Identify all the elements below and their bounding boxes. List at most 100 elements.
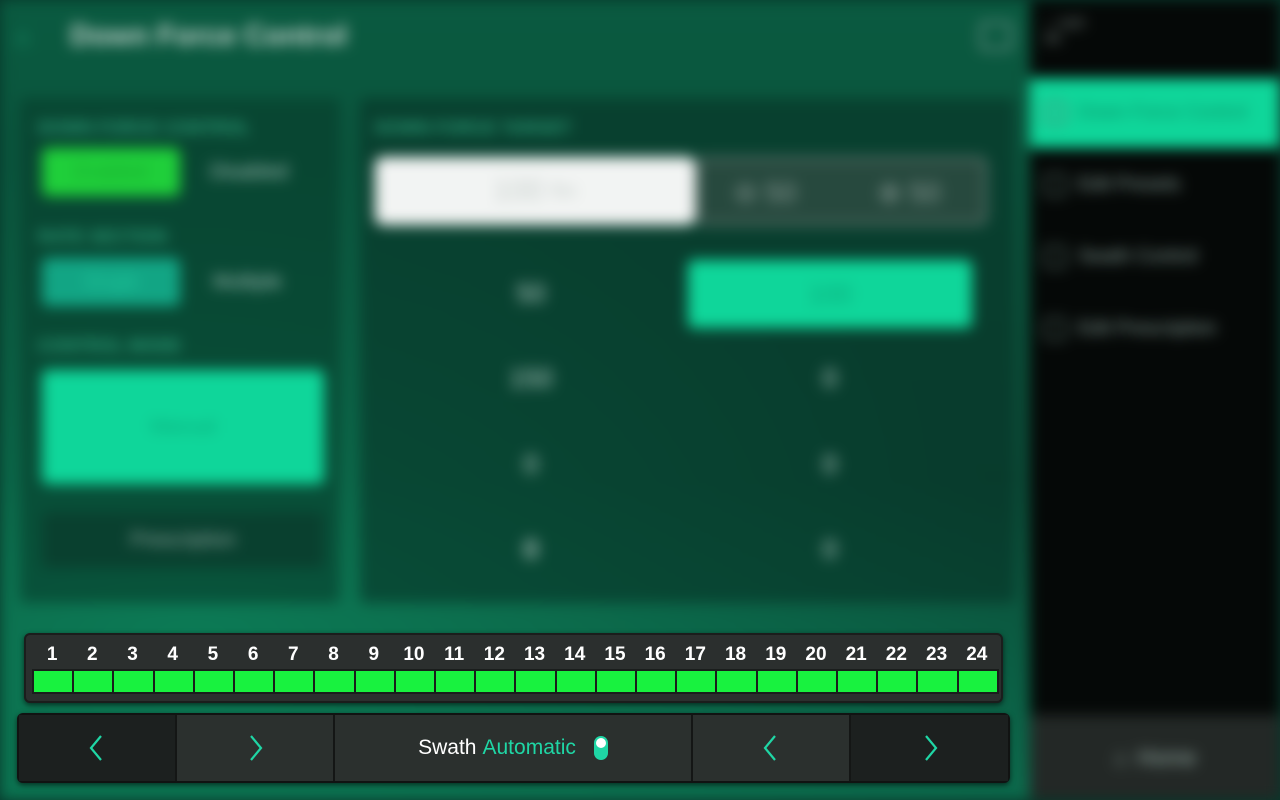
increment-button[interactable]: ⊕ 50 [878, 176, 940, 209]
section-number: 21 [845, 644, 867, 665]
section-indicator[interactable] [755, 669, 798, 694]
preset-right-3[interactable]: 0 [823, 449, 837, 480]
down-force-control-label: DOWN FORCE CONTROL [38, 118, 251, 137]
section-indicator[interactable] [393, 669, 437, 694]
scroll-left-button[interactable] [693, 715, 851, 781]
target-unit: lbs [551, 179, 577, 202]
section-indicator[interactable] [72, 669, 115, 694]
section-number: 5 [207, 644, 219, 665]
next-page-button[interactable] [177, 715, 335, 781]
enabled-button[interactable]: Enabled [42, 148, 180, 196]
sidebar-item-edit-presets[interactable]: Edit Presets [1030, 150, 1280, 220]
section-indicator[interactable] [152, 669, 195, 694]
section-indicator[interactable] [956, 669, 999, 694]
target-label: DOWN FORCE TARGET [375, 118, 572, 137]
sidebar-item-swath-control[interactable]: Swath Control [1030, 222, 1280, 292]
section-indicator[interactable] [474, 669, 517, 694]
sidebar-item-label: Swath Control [1078, 246, 1198, 267]
section-indicator[interactable] [32, 669, 75, 694]
section-indicator[interactable] [795, 669, 839, 694]
section-indicator[interactable] [594, 669, 638, 694]
section-indicator[interactable] [313, 669, 356, 694]
section-number: 4 [167, 644, 178, 665]
section-number-row: 1 2 3 4 5 6 7 8 9 10 11 12 13 14 15 16 17 18 19 20 21 22 23 24 [32, 644, 997, 666]
panel-toggle-icon[interactable] [980, 22, 1012, 50]
presets-icon [1044, 174, 1066, 196]
section-indicator[interactable] [675, 669, 718, 694]
preset-left-2[interactable]: 150 [509, 363, 552, 394]
scroll-right-button[interactable] [851, 715, 1008, 781]
sidebar-home-button[interactable]: ⌂ Home [1030, 715, 1280, 800]
prescription-button[interactable]: Prescription [42, 512, 324, 568]
decrement-button[interactable]: ⊖ 50 [734, 176, 796, 209]
preset-left-1[interactable]: 50 [517, 278, 546, 309]
chevron-left-icon [89, 735, 102, 761]
section-number: 7 [288, 644, 299, 665]
section-number: 19 [765, 644, 787, 665]
sidebar-item-label: Edit Presets [1078, 174, 1181, 195]
section-number: 2 [87, 644, 98, 665]
disabled-button[interactable]: Disabled [210, 161, 288, 184]
section-indicator[interactable] [514, 669, 557, 694]
section-indicator[interactable] [233, 669, 276, 694]
single-button[interactable]: Single [42, 258, 180, 306]
chevron-right-icon [250, 735, 263, 761]
section-indicator[interactable] [273, 669, 316, 694]
section-number: 9 [368, 644, 380, 665]
preset-right-4[interactable]: 0 [823, 534, 837, 565]
sidebar-item-down-force-control[interactable]: Down Force Control [1030, 78, 1280, 148]
section-number: 23 [926, 644, 948, 665]
preset-left-4[interactable]: 0 [524, 534, 538, 565]
section-number: 14 [564, 644, 586, 665]
section-number: 11 [444, 644, 465, 665]
preset-right-1[interactable]: 100 [688, 260, 972, 328]
sidebar-item-edit-prescription[interactable]: Edit Prescription [1030, 294, 1280, 364]
multiple-button[interactable]: Multiple [213, 271, 282, 294]
section-number: 20 [805, 644, 827, 665]
section-number: 10 [403, 644, 425, 665]
section-indicator[interactable] [192, 669, 236, 694]
prev-page-button[interactable] [19, 715, 177, 781]
section-indicator-row [32, 669, 999, 694]
section-indicator[interactable] [434, 669, 477, 694]
preset-left-3[interactable]: 0 [524, 449, 538, 480]
status-bar: -- mph lllll [1045, 14, 1085, 46]
section-indicator[interactable] [635, 669, 678, 694]
home-icon: ⌂ [1114, 744, 1128, 770]
swath-nav-bar: Swath Automatic [17, 713, 1010, 783]
section-indicator[interactable] [554, 669, 597, 694]
manual-button[interactable]: Manual [42, 370, 324, 484]
target-value: 100 [493, 174, 544, 207]
swath-mode-value: Automatic [482, 736, 576, 759]
section-number: 3 [127, 644, 138, 665]
preset-right-2[interactable]: 0 [823, 363, 837, 394]
down-force-icon [1044, 102, 1066, 124]
section-indicator[interactable] [876, 669, 919, 694]
section-indicator[interactable] [112, 669, 155, 694]
section-number: 22 [885, 644, 907, 665]
section-indicator[interactable] [916, 669, 959, 694]
speed-unit: mph [1058, 14, 1086, 30]
sidebar-item-label: Down Force Control [1078, 102, 1247, 123]
section-number: 8 [328, 644, 339, 665]
control-mode-label: CONTROL MODE [38, 336, 182, 355]
toggle-icon [593, 736, 608, 760]
section-number: 24 [966, 644, 988, 665]
target-adjuster: ⊖ 50 ⊕ 50 [695, 157, 987, 225]
prescription-icon [1044, 318, 1066, 340]
target-display[interactable]: 100 lbs [375, 157, 695, 225]
home-icon[interactable]: ⌂ [16, 24, 40, 49]
increment-value: 50 [909, 177, 941, 208]
section-indicator[interactable] [836, 669, 879, 694]
swath-label: Swath [418, 736, 477, 759]
section-number: 16 [644, 644, 666, 665]
header: ⌂ Down Force Control [0, 0, 1030, 72]
section-indicator[interactable] [715, 669, 758, 694]
section-number: 1 [46, 644, 58, 665]
sidebar-item-label: Edit Prescription [1078, 318, 1217, 339]
chevron-left-icon [763, 735, 776, 761]
swath-mode-toggle[interactable]: Swath Automatic [335, 715, 693, 781]
section-number: 12 [483, 644, 505, 665]
section-indicator[interactable] [353, 669, 396, 694]
home-label: Home [1137, 744, 1196, 770]
